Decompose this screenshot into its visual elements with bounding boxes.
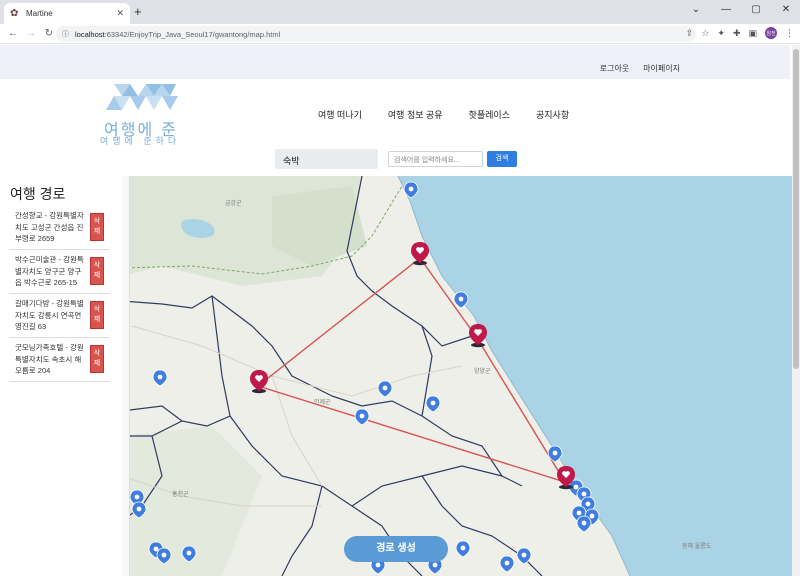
url-path: :63342/EnjoyTrip_Java_Seoul17/gwantong/m…	[104, 29, 281, 39]
sidebar-title: 여행 경로	[10, 186, 66, 202]
forward-icon[interactable]: →	[22, 28, 40, 39]
url-host: localhost	[75, 29, 105, 39]
share-icon[interactable]: ⇪	[686, 28, 694, 39]
star-icon[interactable]: ☆	[701, 28, 709, 39]
puzzle-icon[interactable]: ✚	[733, 28, 741, 39]
maximize-icon[interactable]: ▢	[750, 2, 762, 18]
browser-tabstrip: ✿ Martine ✕ + ⌄ — ▢ ✕	[0, 0, 800, 24]
nav-travel[interactable]: 여행 떠나기	[318, 108, 362, 121]
delete-button[interactable]: 삭제	[90, 257, 104, 285]
nav-notice[interactable]: 공지사항	[536, 108, 569, 121]
info-icon[interactable]: ⓘ	[62, 29, 69, 39]
gear-favicon-icon: ✿	[10, 7, 19, 19]
list-item: 간성향교 - 강원특별자치도 고성군 간성읍 진부령로 2659 삭제	[9, 206, 110, 250]
chevron-down-icon[interactable]: ⌄	[690, 2, 702, 18]
new-tab-button[interactable]: +	[134, 4, 142, 20]
browser-toolbar: ← → ↻ ⓘ localhost:63342/EnjoyTrip_Java_S…	[0, 24, 800, 44]
top-bar: 로그아웃 마이페이지	[0, 45, 790, 79]
logo-subtitle: 여행에 준하다	[100, 136, 181, 146]
map-label-ulleung: 동해 울릉도	[682, 542, 712, 550]
logout-link[interactable]: 로그아웃	[600, 63, 629, 74]
list-item: 갈매기다방 - 강원특별자치도 강릉시 연곡면 영진길 63 삭제	[9, 294, 110, 338]
delete-button[interactable]: 삭제	[90, 345, 104, 373]
route-text: 간성향교 - 강원특별자치도 고성군 간성읍 진부령로 2659	[15, 211, 84, 243]
map-label-yangyang: 양양군	[474, 367, 491, 375]
minimize-icon[interactable]: —	[720, 2, 732, 18]
avatar[interactable]: 임전	[765, 27, 777, 39]
delete-button[interactable]: 삭제	[90, 301, 104, 329]
scrollbar-thumb[interactable]	[793, 49, 799, 369]
close-tab-icon[interactable]: ✕	[116, 8, 124, 19]
back-icon[interactable]: ←	[4, 28, 22, 39]
delete-button[interactable]: 삭제	[90, 213, 104, 241]
nav-share[interactable]: 여행 정보 공유	[388, 108, 443, 121]
page-scrollbar[interactable]	[792, 45, 800, 576]
menu-icon[interactable]: ⋮	[785, 28, 794, 39]
route-text: 박수근미술관 - 강원특별자치도 양구군 양구읍 박수근로 265-15	[15, 255, 84, 287]
generate-route-button[interactable]: 경로 생성	[344, 536, 448, 562]
map-label-hongcheon: 홍천군	[172, 490, 189, 498]
sidepanel-icon[interactable]: ▣	[748, 28, 757, 39]
map-view[interactable]: 금강군 인제군 양양군 홍천군 동해 울릉도	[122, 176, 792, 576]
category-select[interactable]: 숙박	[275, 149, 378, 169]
route-text: 갈매기다방 - 강원특별자치도 강릉시 연곡면 영진길 63	[15, 299, 84, 331]
mypage-link[interactable]: 마이페이지	[643, 63, 680, 74]
close-window-icon[interactable]: ✕	[780, 2, 792, 18]
search-button[interactable]: 검색	[487, 151, 517, 167]
main-nav: 여행 떠나기 여행 정보 공유 핫플레이스 공지사항	[318, 108, 569, 121]
search-input[interactable]: 검색어를 입력하세요...	[388, 151, 483, 167]
map-canvas[interactable]: 금강군 인제군 양양군 홍천군 동해 울릉도	[122, 176, 792, 576]
route-text: 굿모닝가족호텔 - 강원특별자치도 속초시 해오름로 204	[15, 343, 84, 375]
route-list: 간성향교 - 강원특별자치도 고성군 간성읍 진부령로 2659 삭제 박수근미…	[9, 206, 110, 382]
map-scroll-edge	[122, 176, 130, 576]
browser-tab[interactable]: ✿ Martine ✕	[4, 3, 130, 24]
tab-title: Martine	[26, 9, 53, 18]
list-item: 박수근미술관 - 강원특별자치도 양구군 양구읍 박수근로 265-15 삭제	[9, 250, 110, 294]
nav-hotplace[interactable]: 핫플레이스	[469, 108, 510, 121]
extension-icon[interactable]: ✦	[717, 28, 725, 39]
address-bar[interactable]: ⓘ localhost:63342/EnjoyTrip_Java_Seoul17…	[56, 26, 696, 42]
map-label-geumgang: 금강군	[225, 199, 242, 207]
list-item: 굿모닝가족호텔 - 강원특별자치도 속초시 해오름로 204 삭제	[9, 338, 110, 382]
route-sidebar: 여행 경로 간성향교 - 강원특별자치도 고성군 간성읍 진부령로 2659 삭…	[0, 176, 122, 576]
